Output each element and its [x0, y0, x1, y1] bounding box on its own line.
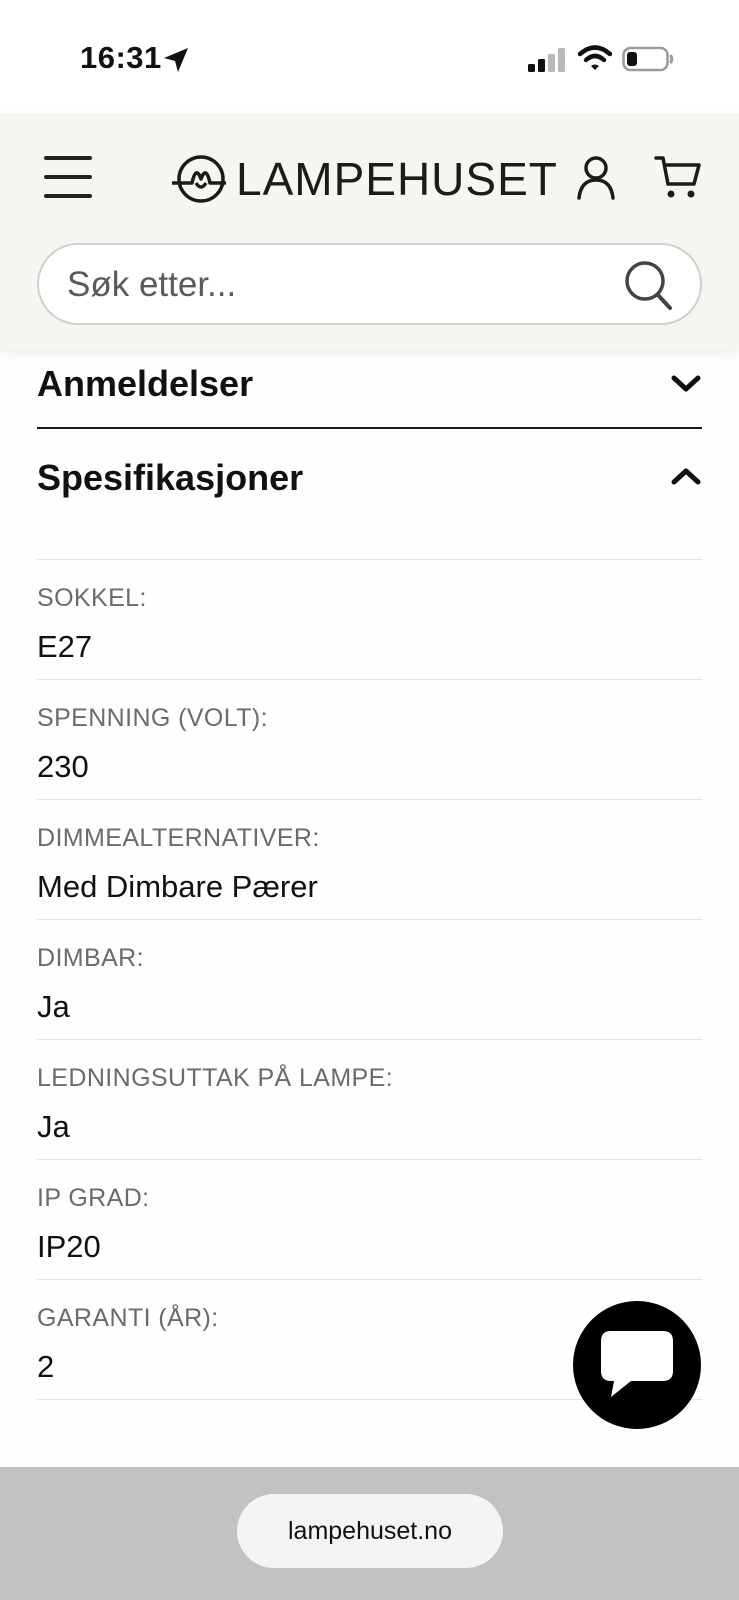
spec-value: Med Dimbare Pærer: [37, 869, 318, 904]
chat-button[interactable]: [573, 1301, 701, 1429]
spec-row: SOKKEL: E27: [37, 560, 702, 680]
account-icon[interactable]: [576, 154, 616, 200]
menu-icon-line: [44, 156, 92, 160]
wifi-icon: [578, 45, 612, 70]
chat-bubble-icon: [601, 1331, 673, 1397]
search-box[interactable]: [37, 243, 702, 325]
status-time: 16:31: [80, 40, 162, 75]
spec-label: DIMBAR:: [37, 944, 144, 972]
spec-row: DIMMEALTERNATIVER: Med Dimbare Pærer: [37, 800, 702, 920]
cart-icon[interactable]: [654, 154, 702, 200]
menu-icon-line: [44, 175, 92, 179]
spec-value: Ja: [37, 1109, 70, 1144]
spec-label: SOKKEL:: [37, 584, 147, 612]
spec-label: IP GRAD:: [37, 1184, 150, 1212]
battery-icon: [622, 46, 674, 72]
status-bar: 16:31: [0, 0, 739, 113]
spec-list: SOKKEL: E27 SPENNING (VOLT): 230 DIMMEAL…: [37, 559, 702, 1400]
menu-icon-line: [44, 194, 92, 198]
spec-label: LEDNINGSUTTAK PÅ LAMPE:: [37, 1064, 394, 1092]
specs-title: Spesifikasjoner: [37, 457, 304, 498]
browser-bar: lampehuset.no: [0, 1467, 739, 1600]
location-arrow-icon: [164, 48, 188, 72]
menu-button[interactable]: [44, 154, 94, 200]
spec-label: GARANTI (ÅR):: [37, 1304, 219, 1332]
spec-value: 2: [37, 1349, 55, 1384]
specs-accordion-header[interactable]: Spesifikasjoner: [37, 429, 702, 523]
cellular-signal-icon: [528, 48, 565, 72]
reviews-title: Anmeldelser: [37, 363, 254, 404]
chevron-down-icon: [671, 375, 701, 392]
url-bar[interactable]: lampehuset.no: [237, 1494, 503, 1568]
spec-row: DIMBAR: Ja: [37, 920, 702, 1040]
spec-value: Ja: [37, 989, 70, 1024]
product-accordion: Anmeldelser Spesifikasjoner: [37, 349, 702, 523]
spec-label: SPENNING (VOLT):: [37, 704, 268, 732]
spec-row: LEDNINGSUTTAK PÅ LAMPE: Ja: [37, 1040, 702, 1160]
search-input[interactable]: [67, 261, 607, 309]
spec-row: IP GRAD: IP20: [37, 1160, 702, 1280]
logo-text: LAMPEHUSET: [236, 153, 558, 205]
logo[interactable]: LAMPEHUSET: [170, 151, 558, 207]
spec-value: 230: [37, 749, 89, 784]
chevron-up-icon: [671, 468, 701, 485]
page: 16:31 LAMPEHUSET Søk etter... Anmeldelse…: [0, 0, 739, 1600]
logo-mark-icon: [172, 155, 226, 203]
reviews-accordion-header[interactable]: Anmeldelser: [37, 349, 702, 429]
spec-value: IP20: [37, 1229, 101, 1264]
spec-label: DIMMEALTERNATIVER:: [37, 824, 320, 852]
spec-value: E27: [37, 629, 93, 664]
search-icon[interactable]: [623, 259, 673, 311]
spec-row: SPENNING (VOLT): 230: [37, 680, 702, 800]
